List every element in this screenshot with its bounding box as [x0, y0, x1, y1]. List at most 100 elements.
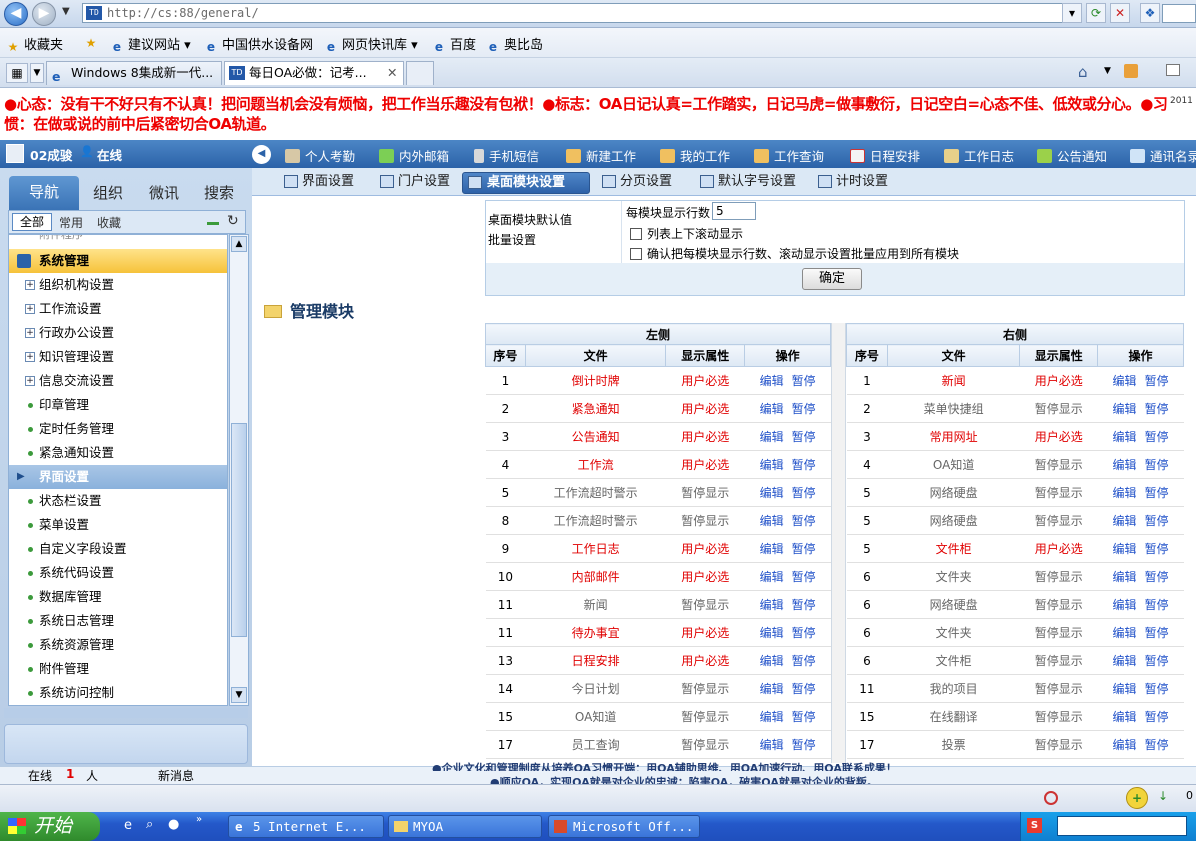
panel-grip[interactable] — [4, 708, 248, 718]
scroll-checkbox[interactable] — [630, 228, 642, 240]
scroll-up-icon[interactable]: ▲ — [231, 236, 247, 252]
pause-link[interactable]: 暂停 — [792, 458, 816, 472]
favorite-link-3[interactable]: e 网页快讯库 ▾ — [324, 34, 418, 54]
edit-link[interactable]: 编辑 — [1113, 430, 1137, 444]
tree-scrollbar[interactable]: ▲ ▼ — [229, 234, 249, 706]
chevron-down-icon[interactable]: ▼ — [62, 6, 70, 17]
pause-link[interactable]: 暂停 — [792, 402, 816, 416]
pause-link[interactable]: 暂停 — [792, 710, 816, 724]
user-name[interactable]: 02成骏 — [30, 145, 72, 164]
edit-link[interactable]: 编辑 — [1113, 374, 1137, 388]
pause-link[interactable]: 暂停 — [792, 682, 816, 696]
pause-link[interactable]: 暂停 — [1145, 626, 1169, 640]
menu-attendance[interactable]: 个人考勤 — [285, 146, 355, 165]
expand-icon[interactable]: + — [25, 280, 35, 290]
favorites-button[interactable]: ★ 收藏夹 — [6, 34, 63, 54]
tree-leaf[interactable]: 附件管理 — [9, 657, 227, 681]
pause-link[interactable]: 暂停 — [792, 430, 816, 444]
edit-link[interactable]: 编辑 — [760, 598, 784, 612]
taskbar-item-ie[interactable]: e5 Internet E... — [228, 815, 384, 838]
edit-link[interactable]: 编辑 — [760, 542, 784, 556]
edit-link[interactable]: 编辑 — [1113, 710, 1137, 724]
url-dropdown-icon[interactable]: ▾ — [1062, 3, 1082, 23]
scroll-checkbox-row[interactable]: 列表上下滚动显示 — [630, 225, 743, 242]
pause-link[interactable]: 暂停 — [1145, 514, 1169, 528]
subtab-common[interactable]: 常用 — [59, 214, 83, 231]
edit-link[interactable]: 编辑 — [760, 682, 784, 696]
pause-link[interactable]: 暂停 — [1145, 682, 1169, 696]
refresh-icon[interactable]: ⟳ — [1086, 3, 1106, 23]
tree-folder[interactable]: + 组织机构设置 — [9, 273, 227, 297]
edit-link[interactable]: 编辑 — [1113, 738, 1137, 752]
edit-link[interactable]: 编辑 — [1113, 598, 1137, 612]
apply-all-checkbox-row[interactable]: 确认把每模块显示行数、滚动显示设置批量应用到所有模块 — [630, 245, 959, 262]
search-provider-icon[interactable]: ❖ — [1140, 3, 1160, 23]
tab-messages[interactable]: 微讯 — [140, 178, 188, 208]
tab-org[interactable]: 组织 — [84, 178, 132, 208]
subnav-font-size[interactable]: 默认字号设置 — [698, 172, 796, 194]
favorite-link-1[interactable]: e 建议网站 ▾ — [110, 34, 191, 54]
collapse-icon[interactable] — [207, 222, 219, 225]
tree-leaf[interactable]: 印章管理 — [9, 393, 227, 417]
tray-app-icon[interactable]: S — [1027, 818, 1042, 833]
expand-icon[interactable]: + — [25, 352, 35, 362]
subtab-favorites[interactable]: 收藏 — [97, 214, 121, 231]
pause-link[interactable]: 暂停 — [1145, 710, 1169, 724]
browser-tab-1[interactable]: e Windows 8集成新一代... — [46, 61, 222, 85]
new-message-link[interactable]: 新消息 — [158, 767, 194, 784]
edit-link[interactable]: 编辑 — [760, 710, 784, 724]
tree-leaf[interactable]: 系统日志管理 — [9, 609, 227, 633]
subnav-portal-settings[interactable]: 门户设置 — [378, 172, 450, 194]
edit-link[interactable]: 编辑 — [760, 486, 784, 500]
pause-link[interactable]: 暂停 — [1145, 542, 1169, 556]
subnav-paging[interactable]: 分页设置 — [600, 172, 672, 194]
subnav-ui-settings[interactable]: 界面设置 — [282, 172, 354, 194]
tree-leaf[interactable]: 系统访问控制 — [9, 681, 227, 705]
edit-link[interactable]: 编辑 — [1113, 402, 1137, 416]
edit-link[interactable]: 编辑 — [760, 626, 784, 640]
scroll-thumb[interactable] — [231, 423, 247, 637]
tree-section[interactable]: 系统管理 — [9, 249, 227, 273]
download-icon[interactable]: ↓ — [1158, 789, 1168, 803]
edit-link[interactable]: 编辑 — [1113, 514, 1137, 528]
edit-link[interactable]: 编辑 — [760, 402, 784, 416]
menu-sms[interactable]: 手机短信 — [474, 146, 539, 165]
pause-link[interactable]: 暂停 — [792, 486, 816, 500]
stop-icon[interactable]: ✕ — [1110, 3, 1130, 23]
menu-new-work[interactable]: 新建工作 — [566, 146, 636, 165]
close-tab-icon[interactable]: ✕ — [387, 62, 397, 84]
mail-icon[interactable] — [1166, 64, 1180, 76]
ie-quicklaunch-icon[interactable]: e — [124, 818, 132, 833]
tree-leaf[interactable]: 数据库管理 — [9, 585, 227, 609]
menu-my-work[interactable]: 我的工作 — [660, 146, 730, 165]
chevron-down-icon[interactable]: ▼ — [1104, 66, 1111, 76]
tab-nav[interactable]: 导航 — [9, 176, 79, 210]
subtab-all[interactable]: 全部 — [12, 213, 52, 231]
rows-input[interactable] — [712, 202, 756, 220]
zoom-icon[interactable]: + — [1126, 787, 1148, 809]
pause-link[interactable]: 暂停 — [792, 738, 816, 752]
home-icon[interactable]: ⌂ — [1078, 63, 1088, 81]
pause-link[interactable]: 暂停 — [792, 514, 816, 528]
forward-icon[interactable]: ▶ — [32, 2, 56, 26]
tree-leaf[interactable]: 定时任务管理 — [9, 417, 227, 441]
favorite-link-2[interactable]: e 中国供水设备网 — [204, 34, 313, 54]
edit-link[interactable]: 编辑 — [760, 654, 784, 668]
taskbar-item-myoa[interactable]: MYOA — [388, 815, 542, 838]
tree-leaf[interactable]: 自定义字段设置 — [9, 537, 227, 561]
menu-contacts[interactable]: 通讯名录 — [1130, 146, 1196, 165]
edit-link[interactable]: 编辑 — [1113, 486, 1137, 500]
expand-icon[interactable]: + — [25, 328, 35, 338]
tree-leaf[interactable]: 系统资源管理 — [9, 633, 227, 657]
tree-folder[interactable]: + 信息交流设置 — [9, 369, 227, 393]
edit-link[interactable]: 编辑 — [1113, 654, 1137, 668]
feeds-icon[interactable] — [1124, 64, 1138, 78]
refresh-icon[interactable]: ↻ — [227, 213, 239, 229]
expand-icon[interactable]: + — [25, 304, 35, 314]
tab-search[interactable]: 搜索 — [194, 178, 244, 208]
scroll-down-icon[interactable]: ▼ — [231, 687, 247, 703]
menu-schedule[interactable]: 日程安排 — [850, 146, 920, 165]
confirm-button[interactable]: 确定 — [802, 268, 862, 290]
tree-section[interactable]: ▶ 界面设置 — [9, 465, 227, 489]
pause-link[interactable]: 暂停 — [792, 542, 816, 556]
